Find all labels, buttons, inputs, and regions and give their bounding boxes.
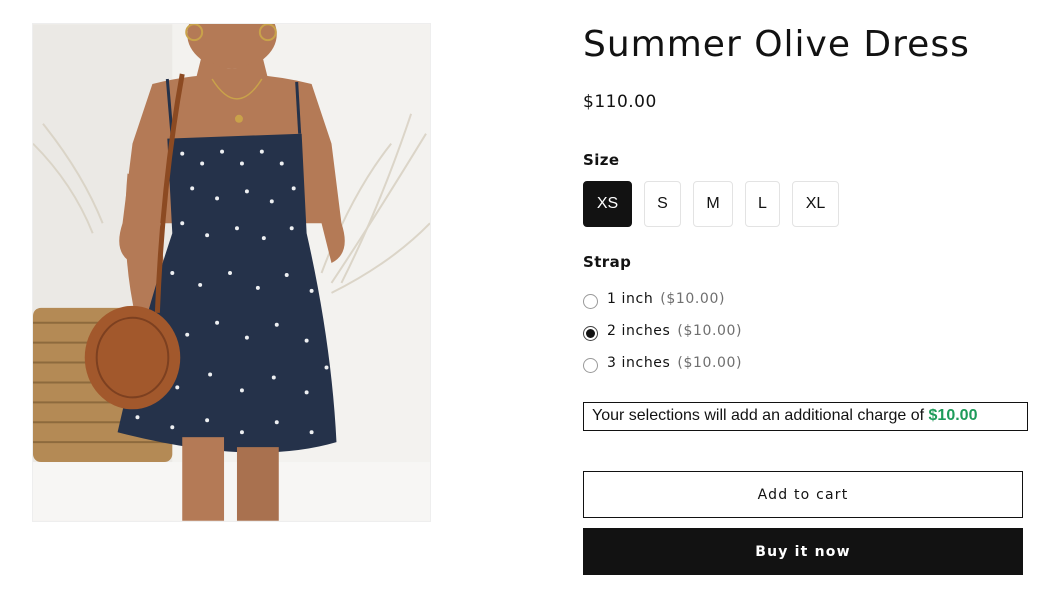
size-option-xl[interactable]: XL (792, 181, 839, 227)
charge-text: Your selections will add an additional c… (592, 407, 925, 424)
strap-label: Strap (583, 253, 632, 271)
strap-option-label: 3 inches (607, 355, 671, 371)
size-option-xs[interactable]: XS (583, 181, 632, 227)
strap-option-label: 2 inches (607, 323, 671, 339)
strap-radio-group: 1 inch ($10.00) 2 inches ($10.00) 3 inch… (583, 283, 742, 379)
size-selector: XS S M L XL (583, 181, 851, 227)
product-info: Summer Olive Dress $110.00 Size XS S M L… (583, 0, 1028, 593)
additional-charge-notice: Your selections will add an additional c… (583, 402, 1028, 431)
strap-option-price: ($10.00) (677, 323, 743, 339)
product-image[interactable] (32, 23, 431, 522)
buy-it-now-button[interactable]: Buy it now (583, 528, 1023, 575)
strap-option-price: ($10.00) (660, 291, 726, 307)
strap-option-price: ($10.00) (677, 355, 743, 371)
strap-option-3-inches[interactable]: 3 inches ($10.00) (583, 347, 742, 379)
strap-option-label: 1 inch (607, 291, 654, 307)
size-option-m[interactable]: M (693, 181, 733, 227)
strap-option-2-inches[interactable]: 2 inches ($10.00) (583, 315, 742, 347)
product-price: $110.00 (583, 92, 657, 112)
charge-amount: $10.00 (928, 407, 978, 424)
radio-button[interactable] (583, 294, 598, 309)
size-option-l[interactable]: L (745, 181, 780, 227)
product-title: Summer Olive Dress (583, 24, 970, 65)
add-to-cart-button[interactable]: Add to cart (583, 471, 1023, 518)
radio-button-checked[interactable] (583, 326, 598, 341)
strap-option-1-inch[interactable]: 1 inch ($10.00) (583, 283, 742, 315)
size-option-s[interactable]: S (644, 181, 681, 227)
product-photo (33, 24, 430, 521)
radio-button[interactable] (583, 358, 598, 373)
size-label: Size (583, 151, 620, 169)
